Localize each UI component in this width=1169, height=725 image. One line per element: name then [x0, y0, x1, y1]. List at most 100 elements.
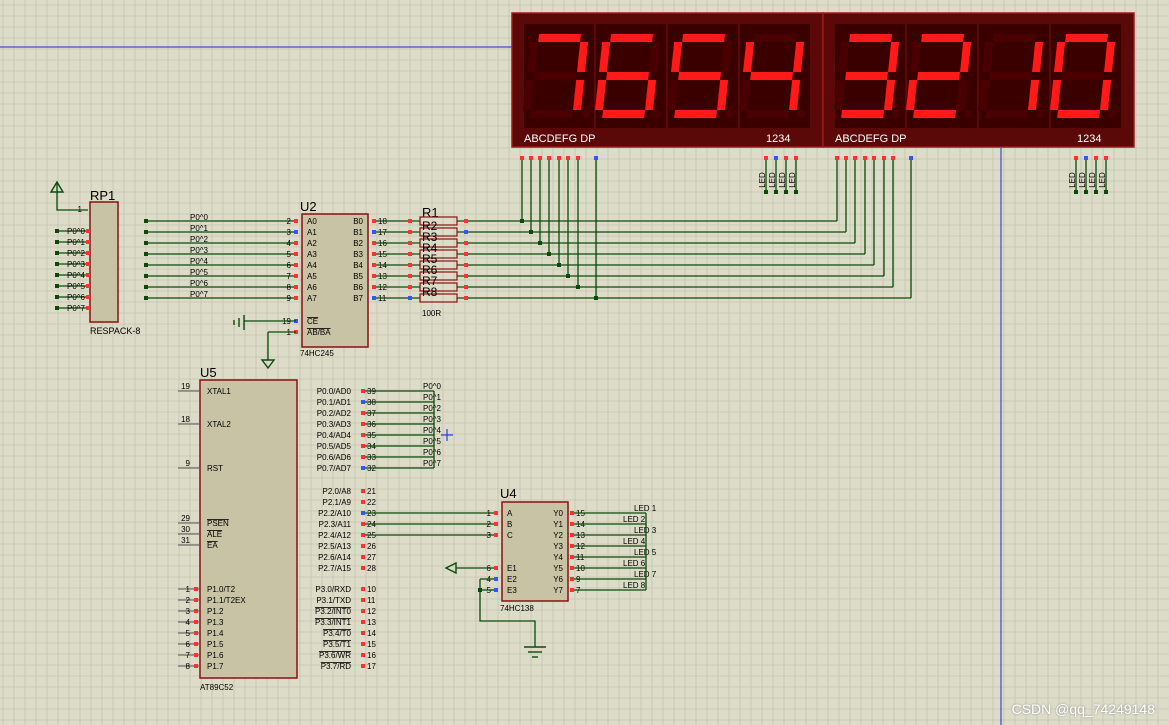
- u2-pin-num: 8: [287, 283, 292, 292]
- pin-marker: [194, 664, 198, 668]
- digit-pin-label: 1234: [1077, 133, 1101, 145]
- u5-net-label: P0^2: [423, 404, 442, 413]
- u4-pin-name: Y7: [553, 586, 563, 595]
- segment-d: [985, 110, 1029, 118]
- u5-pin-num: 11: [367, 596, 376, 605]
- u2-net-label: P0^0: [190, 213, 209, 222]
- u5-pin-num: 1: [186, 585, 191, 594]
- seven-segment-display-right: ABCDEFG DP 1234: [822, 12, 1135, 148]
- u5-pin-name: P0.3/AD3: [317, 420, 352, 429]
- pin-marker: [86, 306, 90, 310]
- r1-label: R8: [422, 285, 438, 299]
- pin-marker: [570, 522, 574, 526]
- pin-marker: [576, 156, 580, 160]
- pin-marker: [294, 230, 298, 234]
- pin-marker: [194, 598, 198, 602]
- pin-marker: [86, 273, 90, 277]
- u5-pin-name: P1.7: [207, 662, 224, 671]
- led-terminal: [784, 190, 788, 194]
- junction-dot: [55, 295, 59, 299]
- u2-pin-name: A0: [307, 217, 317, 226]
- u5-pin-name: XTAL1: [207, 387, 231, 396]
- pin-marker: [361, 533, 365, 537]
- pin-marker: [794, 156, 798, 160]
- junction-dot: [144, 296, 148, 300]
- pin-marker: [594, 156, 598, 160]
- digit-pin-label: 1234: [766, 133, 790, 145]
- junction-dot: [55, 240, 59, 244]
- u5-pin-name: P0.4/AD4: [317, 431, 352, 440]
- segment-g: [750, 72, 794, 80]
- led-label: LED: [758, 172, 767, 188]
- u5-pin-name: P3.3/INT1: [315, 618, 352, 627]
- pin-marker: [494, 566, 498, 570]
- schematic-svg: ABCDEFG DP 1234 ABCDEFG DP 1234LED LED LED LED…: [0, 0, 1169, 725]
- pin-marker: [294, 263, 298, 267]
- junction-dot: [55, 229, 59, 233]
- pin-marker: [538, 156, 542, 160]
- segment-d: [602, 110, 646, 118]
- u4-pin-name: Y5: [553, 564, 563, 573]
- segment-a: [849, 34, 892, 42]
- pin-marker: [361, 555, 365, 559]
- pin-marker: [891, 156, 895, 160]
- pin-marker: [464, 285, 468, 289]
- u5-pin-name: P0.5/AD5: [317, 442, 352, 451]
- u5-pin-num: 18: [181, 415, 190, 424]
- led-label: LED: [1078, 172, 1087, 188]
- rp1-net-label: P0^3: [67, 260, 86, 269]
- pin-marker: [361, 522, 365, 526]
- segment-a: [993, 34, 1036, 42]
- pin-marker: [294, 285, 298, 289]
- u5-net-label: P0^0: [423, 382, 442, 391]
- u2-net-label: P0^1: [190, 224, 209, 233]
- pin-marker: [520, 156, 524, 160]
- u5-net-label: P0^7: [423, 459, 442, 468]
- u5-net-label: P0^4: [423, 426, 442, 435]
- u5-pin-num: 15: [367, 640, 376, 649]
- u2-pin-num: 4: [287, 239, 292, 248]
- pin-marker: [464, 219, 468, 223]
- u5-pin-num: 31: [181, 536, 190, 545]
- u4-pin-name: E3: [507, 586, 517, 595]
- r1-part: 100R: [422, 309, 441, 318]
- u5-pin-name: XTAL2: [207, 420, 231, 429]
- u2-pin-name: B6: [353, 283, 363, 292]
- pin-marker: [494, 533, 498, 537]
- pin-marker: [86, 295, 90, 299]
- u2-net-label: P0^2: [190, 235, 209, 244]
- pin-marker: [570, 566, 574, 570]
- rp1-net-label: P0^5: [67, 282, 86, 291]
- u2-pin-name: AB/BA: [307, 328, 331, 337]
- u2-pin-num: 6: [287, 261, 292, 270]
- segment-d: [913, 110, 957, 118]
- u5-pin-name: P1.0/T2: [207, 585, 236, 594]
- pin-marker: [1074, 156, 1078, 160]
- pin-marker: [1094, 156, 1098, 160]
- u5-pin-name: P0.2/AD2: [317, 409, 352, 418]
- u4-net-label: LED 2: [623, 515, 646, 524]
- u5-pin-num: 17: [367, 662, 376, 671]
- u5-pin-num: 10: [367, 585, 376, 594]
- schematic-canvas[interactable]: ABCDEFG DP 1234 ABCDEFG DP 1234 LED LED LED LED…: [0, 0, 1169, 725]
- pin-marker: [86, 251, 90, 255]
- pin-marker: [361, 544, 365, 548]
- u2-pin-name: A1: [307, 228, 317, 237]
- pin-marker: [361, 422, 365, 426]
- u5-pin-name: P0.6/AD6: [317, 453, 352, 462]
- u2-pin-name: B3: [353, 250, 363, 259]
- u4-pin-num: 3: [487, 531, 492, 540]
- pin-marker: [294, 274, 298, 278]
- pin-marker: [408, 285, 412, 289]
- u4-pin-name: A: [507, 509, 513, 518]
- u5-pin-name: P2.4/A12: [318, 531, 351, 540]
- u5-pin-name: P2.2/A10: [318, 509, 351, 518]
- pin-marker: [294, 252, 298, 256]
- pin-marker: [86, 284, 90, 288]
- segment-a: [754, 34, 797, 42]
- u5-pin-num: 5: [186, 629, 191, 638]
- u4-pin-name: Y6: [553, 575, 563, 584]
- led-terminal: [1104, 190, 1108, 194]
- u2-ref: U2: [300, 199, 317, 214]
- u5-pin-name: P1.3: [207, 618, 224, 627]
